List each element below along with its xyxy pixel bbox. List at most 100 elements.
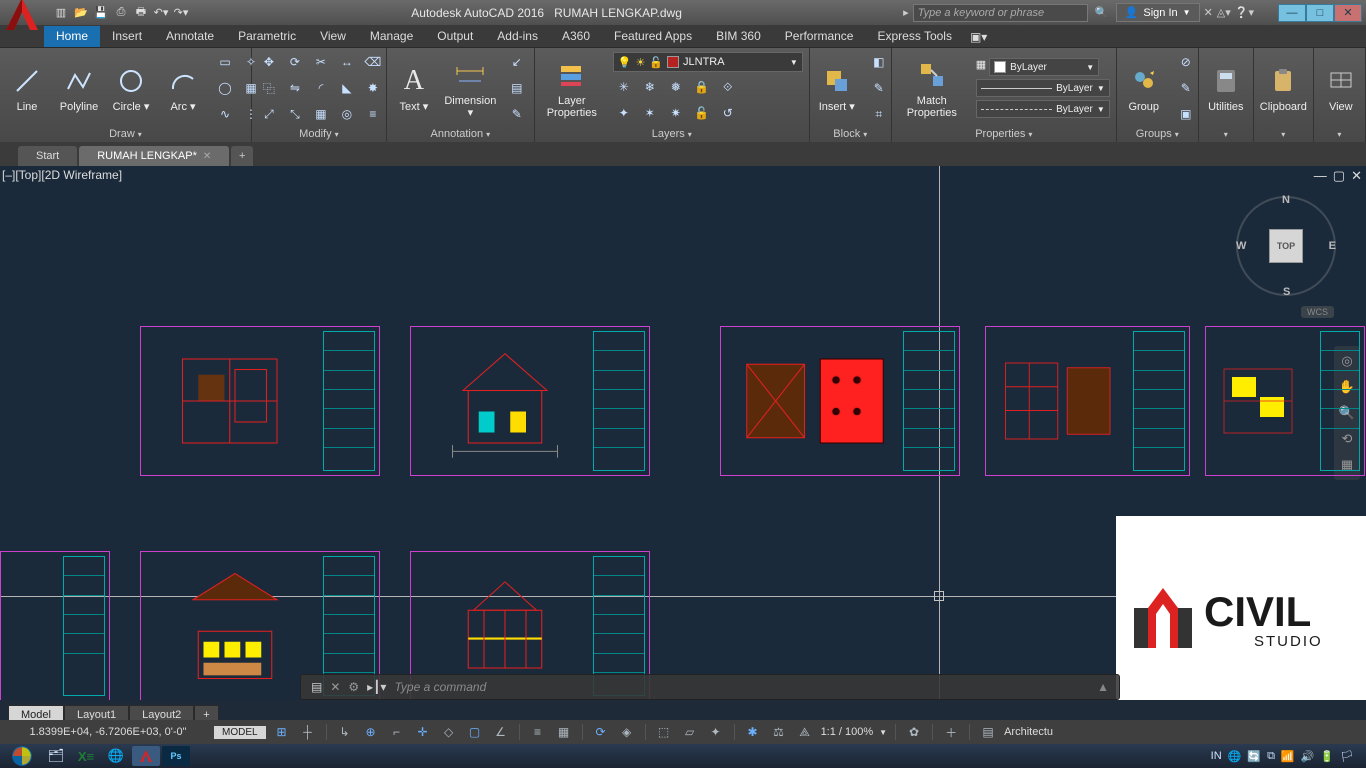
search-icon[interactable]: 🔍 — [1092, 6, 1112, 19]
gizmo-icon[interactable]: ✦ — [706, 723, 726, 741]
annoscale-icon[interactable]: ⟁ — [795, 723, 815, 741]
table-icon[interactable]: ▤ — [506, 77, 528, 99]
layer-on-icon[interactable]: ✦ — [613, 102, 635, 124]
drawing-canvas[interactable]: [–][Top][2D Wireframe] — ▢ ✕ NSEW TOP WC… — [0, 166, 1366, 700]
taskbar-chrome-icon[interactable]: 🌐 — [102, 746, 130, 766]
layer-thaw-icon[interactable]: ✶ — [639, 102, 661, 124]
fillet-icon[interactable]: ◜ — [310, 77, 332, 99]
search-input[interactable]: Type a keyword or phrase — [913, 4, 1088, 22]
qat-plot-icon[interactable]: 🖶 — [132, 4, 150, 22]
polar-icon[interactable]: ✛ — [413, 723, 433, 741]
tab-bim360[interactable]: BIM 360 — [704, 26, 773, 47]
selection-filter-icon[interactable]: ▱ — [680, 723, 700, 741]
qat-new-icon[interactable]: ▥ — [52, 4, 70, 22]
ortho-icon[interactable]: ⌐ — [387, 723, 407, 741]
view-button[interactable]: View — [1320, 64, 1362, 113]
group-bbox-icon[interactable]: ▣ — [1175, 103, 1197, 125]
selection-cycling-icon[interactable]: ⟳ — [591, 723, 611, 741]
explode-icon[interactable]: ✸ — [362, 77, 384, 99]
model-paper-toggle[interactable]: MODEL — [214, 726, 266, 739]
cmd-history-icon[interactable]: ▤ — [311, 680, 322, 694]
tab-express-tools[interactable]: Express Tools — [865, 26, 963, 47]
3dosnap-icon[interactable]: ◈ — [617, 723, 637, 741]
edit-block-icon[interactable]: ✎ — [868, 77, 890, 99]
a360-icon[interactable]: ◬▾ — [1217, 6, 1231, 19]
tab-insert[interactable]: Insert — [100, 26, 154, 47]
doc-tab-current[interactable]: RUMAH LENGKAP*✕ — [79, 146, 229, 166]
otrack-icon[interactable]: ∠ — [491, 723, 511, 741]
exchange-icon[interactable]: ✕ — [1204, 6, 1213, 19]
tray-flag-icon[interactable]: 🏳 — [1340, 750, 1354, 763]
align-icon[interactable]: ≡ — [362, 103, 384, 125]
cmd-expand-icon[interactable]: ▲ — [1097, 680, 1109, 694]
grid-icon[interactable]: ⊞ — [272, 723, 292, 741]
linetype-dropdown[interactable]: ByLayer▼ — [976, 100, 1110, 118]
autocad-app-icon[interactable] — [2, 0, 42, 34]
ellipse-icon[interactable]: ◯ — [214, 77, 236, 99]
tab-addins[interactable]: Add-ins — [485, 26, 550, 47]
cmd-close-icon[interactable]: ✕ — [330, 680, 340, 694]
tab-featured-apps[interactable]: Featured Apps — [602, 26, 704, 47]
qat-undo-icon[interactable]: ↶▾ — [152, 4, 170, 22]
leader-icon[interactable]: ↙ — [506, 51, 528, 73]
group-button[interactable]: Group — [1123, 64, 1165, 113]
color-dropdown[interactable]: ByLayer▼ — [989, 58, 1099, 76]
doc-tab-add[interactable]: + — [231, 146, 253, 166]
layer-unlock-icon[interactable]: 🔓 — [691, 102, 713, 124]
annotation-monitor-icon[interactable]: ＋ — [941, 723, 961, 741]
tab-parametric[interactable]: Parametric — [226, 26, 308, 47]
arc-button[interactable]: Arc ▾ — [162, 64, 204, 113]
text-button[interactable]: AText ▾ — [393, 64, 435, 113]
mtext-icon[interactable]: ✎ — [506, 103, 528, 125]
drawing-sheet[interactable] — [720, 326, 960, 476]
close-button[interactable]: ✕ — [1334, 4, 1362, 22]
annotation-scale[interactable]: 1:1 / 100% — [821, 726, 874, 738]
polyline-button[interactable]: Polyline — [58, 64, 100, 113]
drawing-sheet[interactable] — [0, 551, 110, 700]
vp-minimize-icon[interactable]: — — [1314, 168, 1327, 184]
tray-chrome-icon[interactable]: 🌐 — [1228, 750, 1242, 763]
create-block-icon[interactable]: ◧ — [868, 51, 890, 73]
maximize-button[interactable]: □ — [1306, 4, 1334, 22]
trim-icon[interactable]: ✂ — [310, 51, 332, 73]
qat-open-icon[interactable]: 📂 — [72, 4, 90, 22]
prop-color-icon[interactable]: ▦ — [976, 58, 986, 76]
drawing-sheet[interactable] — [140, 326, 380, 476]
block-attr-icon[interactable]: ⌗ — [868, 103, 890, 125]
infocenter-arrow-icon[interactable]: ▸ — [903, 6, 909, 19]
layer-lock-icon[interactable]: 🔒 — [691, 76, 713, 98]
vp-maximize-icon[interactable]: ▢ — [1333, 168, 1345, 184]
wcs-badge[interactable]: WCS — [1301, 306, 1334, 318]
stretch-icon[interactable]: ⤢ — [258, 103, 280, 125]
lwt-icon[interactable]: ≡ — [528, 723, 548, 741]
layer-dropdown[interactable]: 💡 ☀ 🔓 JLNTRA ▼ — [613, 52, 803, 72]
units-icon[interactable]: ▤ — [978, 723, 998, 741]
coordinates[interactable]: 1.8399E+04, -6.7206E+03, 0'-0" — [8, 726, 208, 738]
snap-icon[interactable]: ┼ — [298, 723, 318, 741]
infer-icon[interactable]: ↳ — [335, 723, 355, 741]
tab-focus-icon[interactable]: ▣▾ — [964, 27, 993, 47]
viewport-label[interactable]: [–][Top][2D Wireframe] — [2, 168, 122, 182]
tab-annotate[interactable]: Annotate — [154, 26, 226, 47]
layer-properties-button[interactable]: Layer Properties — [541, 58, 603, 119]
autoscale-icon[interactable]: ⚖ — [769, 723, 789, 741]
vp-close-icon[interactable]: ✕ — [1351, 168, 1362, 184]
layer-freeze-icon[interactable]: ❅ — [665, 76, 687, 98]
tab-manage[interactable]: Manage — [358, 26, 425, 47]
tray-lang[interactable]: IN — [1211, 750, 1222, 762]
signin-button[interactable]: 👤 Sign In▼ — [1116, 3, 1200, 22]
tab-output[interactable]: Output — [425, 26, 485, 47]
lineweight-dropdown[interactable]: ByLayer▼ — [976, 79, 1110, 97]
taskbar-photoshop-icon[interactable]: Ps — [162, 746, 190, 766]
tray-dropbox-icon[interactable]: ⧉ — [1267, 750, 1275, 763]
line-button[interactable]: Line — [6, 64, 48, 113]
dyn-ucs-icon[interactable]: ⬚ — [654, 723, 674, 741]
insert-block-button[interactable]: Insert ▾ — [816, 64, 858, 113]
rectangle-icon[interactable]: ▭ — [214, 51, 236, 73]
drawing-sheet[interactable] — [1205, 326, 1365, 476]
taskbar-autocad-icon[interactable] — [132, 746, 160, 766]
tab-home[interactable]: Home — [44, 26, 100, 47]
rotate-icon[interactable]: ⟳ — [284, 51, 306, 73]
close-icon[interactable]: ✕ — [203, 151, 211, 162]
workspace-switch-icon[interactable]: ✿ — [904, 723, 924, 741]
